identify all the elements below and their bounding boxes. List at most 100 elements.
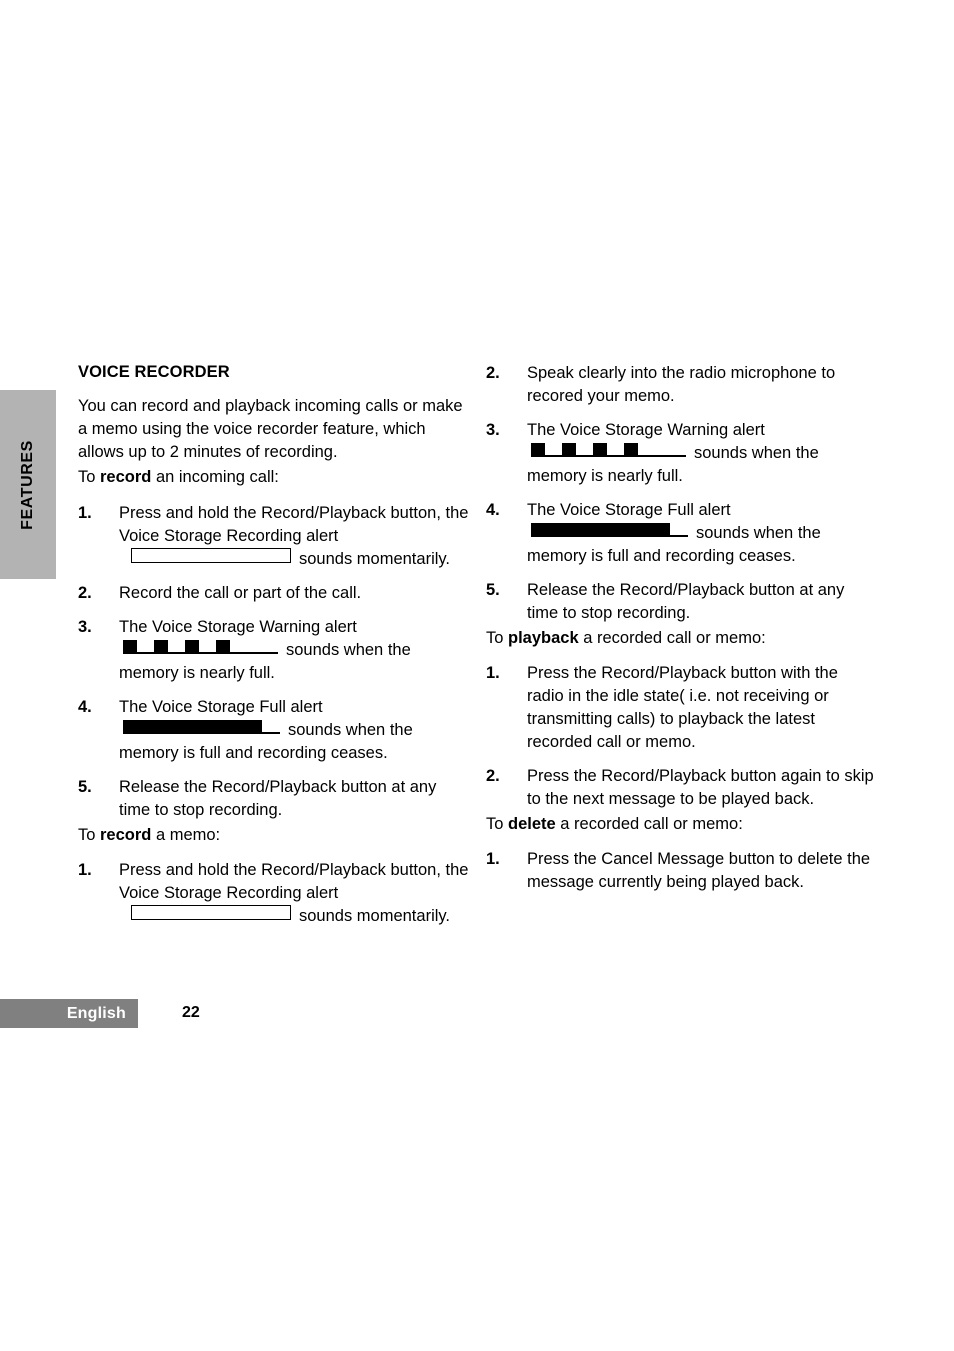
tone-pulse-square: [154, 639, 168, 653]
step-number: 1.: [486, 664, 500, 682]
step-text-continued: memory is nearly full.: [527, 467, 683, 485]
lead-in-playback: To playback a recorded call or memo:: [486, 627, 878, 650]
step-number: 2.: [78, 583, 92, 602]
step-text: The Voice Storage Full alert: [119, 697, 323, 716]
tone-tail-text: sounds momentarily.: [299, 906, 451, 925]
alert-tone-row: sounds momentarily.: [119, 904, 470, 928]
list-item: 1. Press and hold the Record/Playback bu…: [78, 502, 470, 571]
footer-language-label: English: [66, 1004, 126, 1022]
lead-in-suffix: a recorded call or memo:: [578, 629, 766, 647]
step-number: 1.: [486, 850, 500, 868]
lead-in-record-call: To record an incoming call:: [78, 466, 470, 489]
step-text: The Voice Storage Warning alert: [119, 617, 357, 636]
tone-solid-bar: [123, 719, 262, 733]
alert-tone-row: sounds momentarily.: [119, 547, 470, 571]
lead-in-keyword: record: [100, 825, 152, 844]
lead-in-keyword: playback: [508, 629, 579, 647]
steps-record-memo: 1. Press and hold the Record/Playback bu…: [78, 859, 470, 928]
step-number: 3.: [486, 421, 500, 439]
step-text: Press the Record/Playback button with th…: [527, 664, 838, 751]
tone-tail-text: sounds when the: [286, 640, 411, 659]
list-item: 5. Release the Record/Playback button at…: [486, 579, 878, 625]
step-text: The Voice Storage Warning alert: [527, 421, 765, 439]
footer-page-number: 22: [182, 1004, 200, 1021]
warning-alert-tone-icon: [531, 442, 686, 457]
tone-pulse-square: [216, 639, 230, 653]
tone-solid-bar: [531, 523, 670, 536]
step-text: The Voice Storage Full alert: [527, 501, 731, 519]
list-item: 1. Press the Cancel Message button to de…: [486, 848, 878, 894]
warning-alert-tone-icon: [123, 639, 278, 654]
list-item: 1. Press and hold the Record/Playback bu…: [78, 859, 470, 928]
full-alert-tone-icon: [123, 719, 280, 734]
steps-playback: 1. Press the Record/Playback button with…: [486, 662, 878, 811]
step-text: Record the call or part of the call.: [119, 583, 362, 602]
list-item: 5. Release the Record/Playback button at…: [78, 776, 470, 822]
lead-in-prefix: To: [486, 629, 509, 647]
tone-baseline: [123, 652, 278, 654]
recording-alert-tone-icon: [131, 547, 291, 563]
steps-delete: 1. Press the Cancel Message button to de…: [486, 848, 878, 894]
lead-in-suffix: a memo:: [151, 825, 221, 844]
footer-language-band: English: [0, 999, 138, 1028]
lead-in-record-memo: To record a memo:: [78, 824, 470, 847]
tone-pulse-square: [624, 443, 638, 456]
step-text-continued: memory is full and recording ceases.: [527, 547, 796, 565]
step-number: 3.: [78, 617, 92, 636]
steps-record-incoming-call: 1. Press and hold the Record/Playback bu…: [78, 502, 470, 822]
lead-in-prefix: To: [78, 467, 101, 486]
alert-tone-row: sounds when the: [119, 719, 470, 742]
step-text-continued: memory is full and recording ceases.: [119, 743, 388, 762]
step-number: 1.: [78, 860, 92, 879]
list-item: 2. Press the Record/Playback button agai…: [486, 765, 878, 811]
list-item: 3. The Voice Storage Warning alert sound…: [78, 616, 470, 685]
tone-tail-text: sounds momentarily.: [299, 549, 451, 568]
step-text: Press the Cancel Message button to delet…: [527, 850, 871, 891]
step-number: 5.: [486, 581, 500, 599]
step-number: 2.: [486, 767, 500, 785]
intro-paragraph: You can record and playback incoming cal…: [78, 395, 470, 464]
tone-baseline: [123, 732, 280, 734]
lead-in-prefix: To: [486, 815, 509, 833]
step-text: Release the Record/Playback button at an…: [119, 777, 437, 819]
list-item: 2. Speak clearly into the radio micropho…: [486, 362, 878, 408]
list-item: 3. The Voice Storage Warning alert sound…: [486, 419, 878, 488]
step-number: 4.: [486, 501, 500, 519]
tone-pulse-square: [593, 443, 607, 456]
steps-record-memo-continued: 2. Speak clearly into the radio micropho…: [486, 362, 878, 625]
step-text-continued: memory is nearly full.: [119, 663, 275, 682]
list-item: 4. The Voice Storage Full alert sounds w…: [486, 499, 878, 568]
step-number: 4.: [78, 697, 92, 716]
step-text: Press and hold the Record/Playback butto…: [119, 860, 469, 902]
step-text: Press and hold the Record/Playback butto…: [119, 503, 469, 545]
side-tab-features: FEATURES: [0, 390, 56, 579]
list-item: 1. Press the Record/Playback button with…: [486, 662, 878, 754]
step-text: Speak clearly into the radio microphone …: [527, 364, 836, 405]
intro-text: You can record and playback incoming cal…: [78, 396, 463, 461]
step-number: 5.: [78, 777, 92, 796]
step-text: Release the Record/Playback button at an…: [527, 581, 845, 622]
step-text: Press the Record/Playback button again t…: [527, 767, 874, 808]
step-number: 1.: [78, 503, 92, 522]
tone-pulse-square: [562, 443, 576, 456]
recording-alert-tone-icon: [131, 904, 291, 920]
lead-in-prefix: To: [78, 825, 101, 844]
tone-tail-text: sounds when the: [288, 720, 413, 739]
alert-tone-row: sounds when the: [527, 442, 878, 465]
right-column: 2. Speak clearly into the radio micropho…: [486, 362, 878, 894]
tone-pulse-square: [123, 639, 137, 653]
lead-in-keyword: delete: [508, 815, 556, 833]
tone-baseline: [531, 535, 688, 537]
tone-pulse-square: [531, 443, 545, 456]
left-column: VOICE RECORDER You can record and playba…: [78, 362, 470, 928]
lead-in-keyword: record: [100, 467, 152, 486]
list-item: 4. The Voice Storage Full alert sounds w…: [78, 696, 470, 765]
lead-in-delete: To delete a recorded call or memo:: [486, 813, 878, 836]
lead-in-suffix: a recorded call or memo:: [555, 815, 743, 833]
tone-baseline: [531, 455, 686, 457]
alert-tone-row: sounds when the: [119, 639, 470, 662]
step-number: 2.: [486, 364, 500, 382]
manual-page: FEATURES VOICE RECORDER You can record a…: [0, 0, 954, 1351]
lead-in-suffix: an incoming call:: [151, 467, 279, 486]
alert-tone-row: sounds when the: [527, 522, 878, 545]
